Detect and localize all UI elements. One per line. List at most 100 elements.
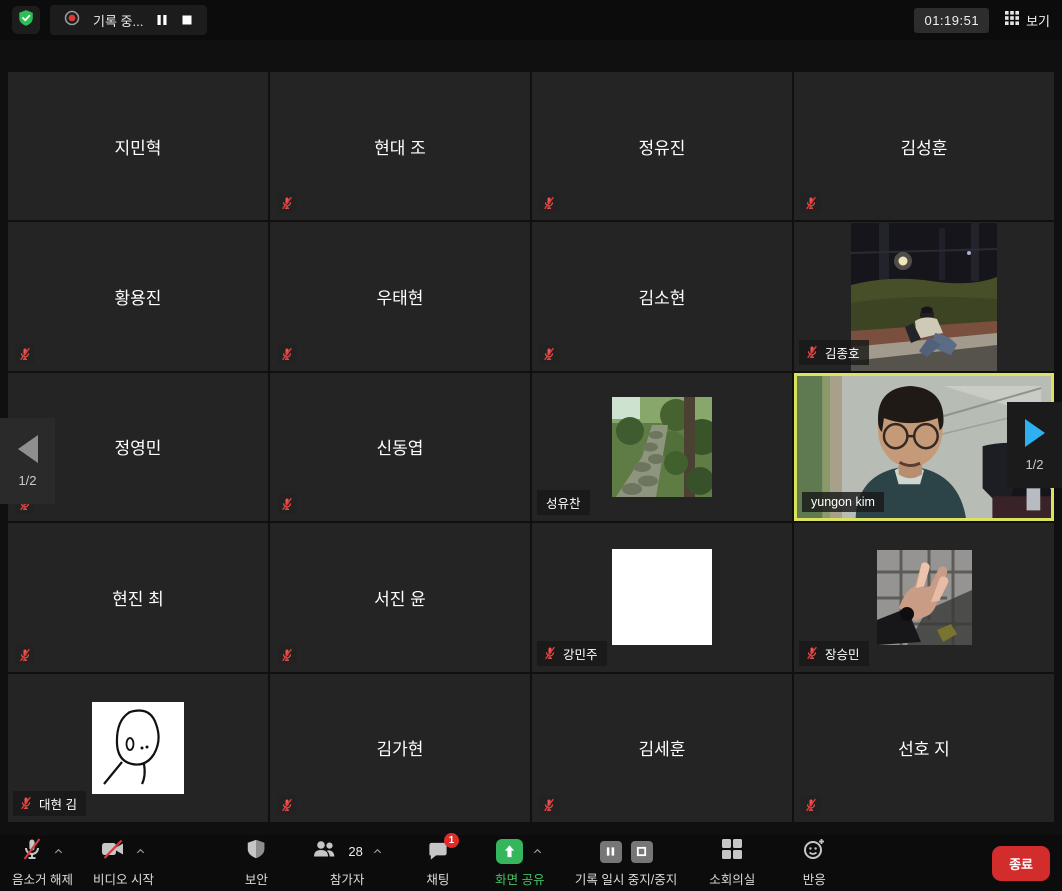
reactions-button[interactable]: 반응 [787, 839, 841, 888]
participant-tile[interactable]: 현진 최 [8, 523, 268, 671]
muted-mic-icon [543, 646, 557, 660]
participant-tile[interactable]: 지민혁 [8, 72, 268, 220]
participant-tile[interactable]: 현대 조 [270, 72, 530, 220]
next-page-button[interactable]: 1/2 [1007, 402, 1062, 488]
muted-mic-icon [277, 344, 297, 364]
muted-mic-icon [15, 344, 35, 364]
arrow-left-icon [18, 435, 38, 463]
chat-unread-badge: 1 [444, 833, 459, 848]
video-off-icon [100, 837, 126, 866]
participant-name: yungon kim [811, 495, 875, 509]
top-bar: 기록 중... 01:19:51 보기 [0, 0, 1062, 40]
muted-mic-icon [15, 645, 35, 665]
pause-recording-icon[interactable] [156, 14, 168, 26]
muted-mic-icon [805, 345, 819, 359]
participant-name: 김가현 [270, 674, 530, 822]
participant-tile[interactable]: 성유찬 [532, 373, 792, 521]
recording-indicator: 기록 중... [50, 5, 207, 35]
participant-name: 황용진 [8, 222, 268, 370]
arrow-right-icon [1025, 419, 1045, 447]
participants-count: 28 [348, 844, 362, 859]
participant-tile[interactable]: 대현 김 [8, 674, 268, 822]
shield-check-icon [17, 9, 35, 32]
participant-name: 현대 조 [270, 72, 530, 220]
participant-tile[interactable]: 장승민 [794, 523, 1054, 671]
share-screen-icon [496, 839, 523, 864]
end-meeting-button[interactable]: 종료 [992, 846, 1050, 881]
toolbar-left-group: 음소거 해제 비디오 시작 [12, 839, 154, 888]
meeting-timer: 01:19:51 [914, 8, 989, 33]
participant-name: 서진 윤 [270, 523, 530, 671]
reactions-smiley-icon [802, 837, 826, 866]
participant-tile[interactable]: 김성훈 [794, 72, 1054, 220]
previous-page-button[interactable]: 1/2 [0, 418, 55, 504]
participant-name: 선호 지 [794, 674, 1054, 822]
stop-recording-icon[interactable] [631, 841, 653, 863]
participant-name: 성유찬 [546, 493, 581, 512]
participant-name: 지민혁 [8, 72, 268, 220]
participants-icon [311, 837, 337, 866]
participant-tile[interactable]: 선호 지 [794, 674, 1054, 822]
chevron-up-icon[interactable] [135, 846, 146, 857]
record-icon [64, 10, 80, 31]
participant-tile[interactable]: 김종호 [794, 222, 1054, 370]
participant-tile[interactable]: 신동엽 [270, 373, 530, 521]
stop-recording-icon[interactable] [181, 14, 193, 26]
participant-tile[interactable]: 김소현 [532, 222, 792, 370]
start-video-button[interactable]: 비디오 시작 [93, 839, 154, 888]
chevron-up-icon[interactable] [532, 846, 543, 857]
participant-name: 김소현 [532, 222, 792, 370]
participant-name: 정유진 [532, 72, 792, 220]
meeting-toolbar: 음소거 해제 비디오 시작 보안 [0, 835, 1062, 891]
participant-name: 김세훈 [532, 674, 792, 822]
participant-name: 우태현 [270, 222, 530, 370]
recording-control-button[interactable]: 기록 일시 중지/중지 [575, 839, 677, 888]
pause-recording-icon[interactable] [600, 841, 622, 863]
view-button[interactable]: 보기 [1005, 11, 1050, 30]
muted-mic-icon [539, 795, 559, 815]
participant-tile[interactable]: 우태현 [270, 222, 530, 370]
muted-mic-icon [19, 796, 33, 810]
participant-name-label: 대현 김 [13, 791, 86, 816]
gallery-grid-icon [1005, 11, 1019, 30]
participant-tile[interactable]: 김가현 [270, 674, 530, 822]
chevron-up-icon[interactable] [372, 846, 383, 857]
chevron-up-icon[interactable] [53, 846, 64, 857]
participant-name: 대현 김 [39, 794, 77, 813]
participant-name-label: yungon kim [802, 492, 884, 512]
muted-mic-icon [277, 795, 297, 815]
chat-icon: 1 [426, 840, 450, 863]
participant-tile[interactable]: 김세훈 [532, 674, 792, 822]
participant-name-label: 강민주 [537, 641, 607, 666]
participant-name: 신동엽 [270, 373, 530, 521]
participant-name: 김성훈 [794, 72, 1054, 220]
participant-name-label: 장승민 [799, 641, 869, 666]
participant-grid: 지민혁현대 조정유진김성훈황용진우태현김소현김종호정영민신동엽성유찬yungon… [8, 72, 1054, 822]
share-screen-button[interactable]: 화면 공유 [493, 839, 547, 888]
view-button-label: 보기 [1026, 11, 1050, 30]
participant-tile[interactable]: 정유진 [532, 72, 792, 220]
security-shield-icon [245, 837, 267, 866]
participant-name: 장승민 [825, 644, 860, 663]
participant-name-label: 김종호 [799, 340, 869, 365]
participant-tile[interactable]: 황용진 [8, 222, 268, 370]
chat-button[interactable]: 1 채팅 [411, 839, 465, 888]
muted-mic-icon [805, 646, 819, 660]
meeting-info-shield-button[interactable] [12, 6, 40, 34]
participant-name-label: 성유찬 [537, 490, 590, 515]
security-button[interactable]: 보안 [229, 839, 283, 888]
toolbar-center-group: 보안 28 참가자 1 채팅 [229, 839, 841, 888]
participants-button[interactable]: 28 참가자 [311, 839, 382, 888]
muted-mic-icon [801, 193, 821, 213]
participant-tile[interactable]: 강민주 [532, 523, 792, 671]
page-indicator: 1/2 [18, 473, 36, 488]
breakout-rooms-button[interactable]: 소회의실 [705, 839, 759, 888]
breakout-rooms-icon [721, 838, 743, 865]
participant-tile[interactable]: 서진 윤 [270, 523, 530, 671]
muted-mic-icon [277, 645, 297, 665]
muted-mic-icon [277, 494, 297, 514]
muted-mic-icon [539, 193, 559, 213]
unmute-button[interactable]: 음소거 해제 [12, 839, 73, 888]
recording-status-label: 기록 중... [93, 11, 143, 30]
mic-off-icon [20, 837, 44, 866]
